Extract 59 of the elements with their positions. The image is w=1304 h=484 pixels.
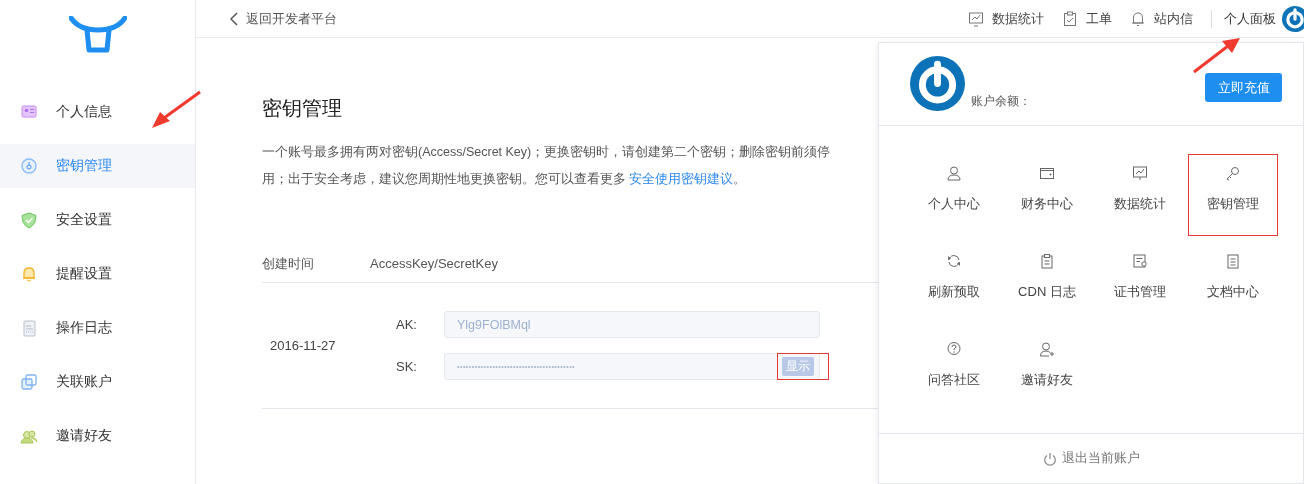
clipboard-icon <box>1039 253 1055 269</box>
sidebar-item[interactable]: 提醒设置 <box>0 252 195 296</box>
log-icon <box>20 319 38 337</box>
logout-link[interactable]: 退出当前账户 <box>879 433 1303 483</box>
sidebar-item[interactable]: 个人信息 <box>0 90 195 134</box>
panel-menu-item[interactable]: 邀请好友 <box>1002 330 1092 412</box>
question-bubble-icon <box>946 341 962 357</box>
panel-menu-item[interactable]: 密钥管理 <box>1188 154 1278 236</box>
panel-menu-item[interactable]: 文档中心 <box>1188 242 1278 324</box>
id-card-icon <box>20 103 38 121</box>
sidebar-item[interactable]: 安全设置 <box>0 198 195 242</box>
page-title: 密钥管理 <box>262 96 342 121</box>
top-nav-link[interactable]: 数据统计 <box>968 9 1044 28</box>
sidebar-item[interactable]: 操作日志 <box>0 306 195 350</box>
balance-label: 账户余额： <box>971 93 1032 110</box>
panel-menu-item[interactable]: 证书管理 <box>1095 242 1185 324</box>
power-icon <box>1042 451 1057 466</box>
column-header: AccessKey/SecretKey <box>370 256 498 271</box>
panel-menu-item[interactable]: 问答社区 <box>909 330 999 412</box>
logo-icon <box>68 16 127 54</box>
add-user-icon <box>1039 341 1055 357</box>
wallet-icon <box>1039 165 1055 181</box>
annotation-arrow <box>1193 38 1240 74</box>
panel-menu-item[interactable]: 个人中心 <box>909 154 999 236</box>
refresh-icon <box>946 253 962 269</box>
field-label: AK: <box>396 317 418 332</box>
top-nav-link[interactable]: 工单 <box>1062 9 1112 28</box>
document-icon <box>1225 253 1241 269</box>
avatar-icon <box>1282 5 1304 32</box>
sidebar-item[interactable]: 关联账户 <box>0 360 195 404</box>
chevron-left-icon <box>230 11 238 26</box>
table-cell-text: 2016-11-27 <box>269 338 337 353</box>
panel-link[interactable]: 个人面板 <box>1224 11 1276 26</box>
key-icon <box>1225 165 1241 181</box>
chart-icon <box>968 10 984 27</box>
shield-icon <box>20 211 38 229</box>
chart-icon <box>1132 165 1148 181</box>
certificate-icon <box>1132 253 1148 269</box>
user-icon <box>946 165 962 181</box>
annotation-arrow <box>152 90 201 128</box>
friends-icon <box>20 427 38 445</box>
column-header: 创建时间 <box>262 254 315 273</box>
bell-icon <box>1130 10 1146 27</box>
access-key-field: Ylg9FOlBMql <box>444 311 820 338</box>
avatar-icon <box>910 56 965 111</box>
clipboard-icon <box>1062 10 1078 27</box>
key-circle-icon <box>20 157 38 175</box>
description-text: 一个账号最多拥有两对密钥(Access/Secret Key)；更换密钥时，请创建第二个密钥；删除密钥前须停用；出于安全考虑，建议您周期性地更换密钥。您可以查看更多 安全使用密钥建议。 <box>262 144 832 188</box>
sidebar-item[interactable]: 邀请好友 <box>0 414 195 458</box>
bell-icon <box>20 265 38 283</box>
back-link[interactable]: 返回开发者平台 <box>230 9 337 28</box>
panel-menu-item[interactable]: CDN 日志 <box>1002 242 1092 324</box>
panel-menu-item[interactable]: 财务中心 <box>1002 154 1092 236</box>
help-link[interactable]: 安全使用密钥建议 <box>629 172 734 186</box>
linked-squares-icon <box>20 373 38 391</box>
top-nav-link[interactable]: 站内信 <box>1130 9 1193 28</box>
panel-menu-item[interactable]: 刷新预取 <box>909 242 999 324</box>
field-label: SK: <box>396 359 418 374</box>
panel-menu-item[interactable]: 数据统计 <box>1095 154 1185 236</box>
